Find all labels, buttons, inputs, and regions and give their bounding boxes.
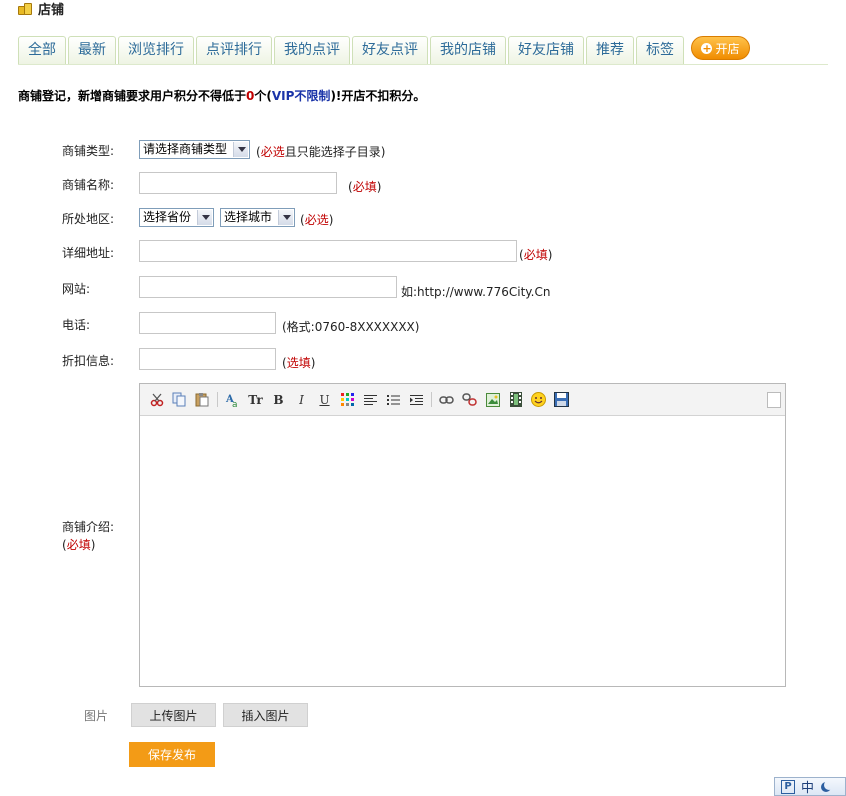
- discount-hint: (选填): [282, 356, 316, 370]
- italic-icon[interactable]: I: [292, 390, 311, 409]
- shop-name-input[interactable]: [139, 172, 337, 194]
- tab-recommended[interactable]: 推荐: [586, 36, 634, 64]
- shop-icon: [18, 1, 34, 15]
- font-size-icon[interactable]: Tr: [246, 390, 265, 409]
- region-label: 所处地区:: [62, 212, 115, 226]
- editor-toolbar: Aa Tr B I U: [140, 384, 785, 416]
- notice-vip: VIP不限制: [271, 89, 331, 103]
- indent-icon[interactable]: [407, 390, 426, 409]
- source-view-icon[interactable]: [767, 392, 781, 408]
- bold-icon[interactable]: B: [269, 390, 288, 409]
- open-shop-button[interactable]: + 开店: [691, 36, 750, 60]
- website-input[interactable]: [139, 276, 397, 298]
- required-mark: 必填: [523, 248, 548, 262]
- copy-icon[interactable]: [170, 390, 189, 409]
- hint-rest: 且只能选择子目录): [284, 145, 386, 159]
- chevron-down-icon: [278, 210, 293, 225]
- bullet-list-icon[interactable]: [384, 390, 403, 409]
- shop-type-value: 请选择商铺类型: [143, 142, 228, 156]
- underline-icon[interactable]: U: [315, 390, 334, 409]
- discount-input[interactable]: [139, 348, 276, 370]
- save-publish-button[interactable]: 保存发布: [129, 742, 215, 767]
- chevron-down-icon: [197, 210, 212, 225]
- svg-text:a: a: [232, 400, 238, 408]
- shop-type-label: 商铺类型:: [62, 144, 115, 158]
- ime-mode-label[interactable]: 中: [801, 777, 814, 796]
- half-width-moon-icon[interactable]: [824, 780, 834, 790]
- notice-text-2: 个(: [254, 89, 272, 103]
- images-label: 图片: [84, 709, 109, 723]
- website-label: 网站:: [62, 282, 91, 296]
- address-label: 详细地址:: [62, 246, 115, 260]
- intro-hint: (必填): [62, 538, 96, 552]
- save-icon[interactable]: [552, 390, 571, 409]
- toolbar-separator: [217, 392, 218, 407]
- tab-bar: 全部 最新 浏览排行 点评排行 我的点评 好友点评 我的店铺 好友店铺 推荐 标…: [18, 36, 686, 64]
- province-value: 选择省份: [143, 210, 192, 224]
- tab-reviews-ranking[interactable]: 点评排行: [196, 36, 272, 64]
- address-input[interactable]: [139, 240, 517, 262]
- shop-type-select[interactable]: 请选择商铺类型: [139, 140, 250, 159]
- insert-image-button[interactable]: 插入图片: [223, 703, 308, 727]
- tab-divider: [18, 64, 828, 65]
- upload-image-button[interactable]: 上传图片: [131, 703, 216, 727]
- chevron-down-icon: [233, 142, 248, 157]
- phone-input[interactable]: [139, 312, 276, 334]
- required-mark: 必填: [352, 180, 377, 194]
- optional-mark: 选填: [286, 356, 311, 370]
- required-mark: 必选: [260, 145, 285, 159]
- registration-notice: 商铺登记，新增商铺要求用户积分不得低于0个(VIP不限制)!开店不扣积分。: [18, 87, 425, 104]
- tab-views-ranking[interactable]: 浏览排行: [118, 36, 194, 64]
- intro-label: 商铺介绍:: [62, 520, 115, 534]
- city-select[interactable]: 选择城市: [220, 208, 295, 227]
- phone-hint: (格式:0760-8XXXXXXX): [282, 320, 420, 334]
- page-header: 店铺: [18, 0, 65, 18]
- rich-text-editor: Aa Tr B I U: [139, 383, 786, 687]
- shop-name-hint: (必填): [348, 180, 382, 194]
- tab-friend-reviews[interactable]: 好友点评: [352, 36, 428, 64]
- discount-label: 折扣信息:: [62, 354, 115, 368]
- image-icon[interactable]: [483, 390, 502, 409]
- shop-type-hint: (必选且只能选择子目录): [256, 143, 385, 160]
- province-select[interactable]: 选择省份: [139, 208, 214, 227]
- website-hint: 如:http://www.776City.Cn: [401, 285, 551, 299]
- ime-pinyin-icon[interactable]: P: [781, 779, 795, 794]
- address-hint: (必填): [519, 248, 553, 262]
- tab-all[interactable]: 全部: [18, 36, 66, 64]
- editor-content-area[interactable]: [140, 416, 785, 686]
- tab-latest[interactable]: 最新: [68, 36, 116, 64]
- region-hint: (必选): [300, 213, 334, 227]
- emoticon-icon[interactable]: [529, 390, 548, 409]
- notice-text-3: )!开店不扣积分。: [330, 89, 426, 103]
- cut-icon[interactable]: [147, 390, 166, 409]
- page-title: 店铺: [38, 2, 65, 18]
- open-shop-label: 开店: [715, 41, 740, 56]
- required-mark: 必选: [304, 213, 329, 227]
- paste-icon[interactable]: [193, 390, 212, 409]
- notice-text: 商铺登记，新增商铺要求用户积分不得低于: [18, 89, 247, 103]
- required-mark: 必填: [66, 538, 91, 552]
- tab-my-reviews[interactable]: 我的点评: [274, 36, 350, 64]
- tab-tags[interactable]: 标签: [636, 36, 684, 64]
- city-value: 选择城市: [224, 210, 273, 224]
- toolbar-separator: [431, 392, 432, 407]
- tab-friend-shops[interactable]: 好友店铺: [508, 36, 584, 64]
- align-icon[interactable]: [361, 390, 380, 409]
- shop-name-label: 商铺名称:: [62, 178, 115, 192]
- plus-icon: +: [701, 41, 713, 55]
- font-icon[interactable]: Aa: [223, 390, 242, 409]
- ime-status-bar[interactable]: P 中: [774, 777, 846, 796]
- video-icon[interactable]: [506, 390, 525, 409]
- link-icon[interactable]: [437, 390, 456, 409]
- tab-my-shops[interactable]: 我的店铺: [430, 36, 506, 64]
- unlink-icon[interactable]: [460, 390, 479, 409]
- phone-label: 电话:: [62, 318, 91, 332]
- color-icon[interactable]: [338, 390, 357, 409]
